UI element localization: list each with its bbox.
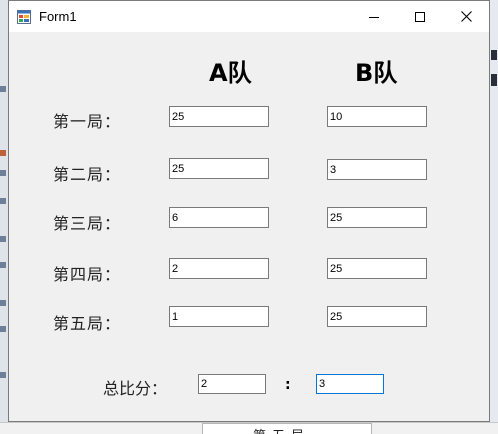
round-5-team-b-input[interactable] (327, 306, 427, 327)
round-5-label: 第五局： (53, 314, 122, 333)
round-5-team-a-input[interactable] (169, 306, 269, 327)
round-1-label: 第一局： (53, 112, 122, 131)
total-score-separator: : (285, 377, 291, 393)
total-score-label: 总比分： (103, 379, 168, 398)
background-toolbox-icon (0, 262, 6, 268)
background-toolbox-icon (0, 372, 6, 378)
background-toolbox-icon (0, 300, 6, 306)
form-window: Form1 A队 B队 第一局： 第二局： 第三局： 第四局： 第五局： (8, 0, 490, 422)
maximize-button[interactable] (397, 1, 443, 32)
total-team-a-input[interactable] (198, 374, 266, 394)
round-2-team-a-input[interactable] (169, 158, 269, 179)
background-scroll-marker (491, 50, 497, 60)
background-fragment-text: 第五局 (253, 425, 310, 434)
round-3-label: 第三局： (53, 214, 122, 233)
round-3-team-b-input[interactable] (327, 207, 427, 228)
form-app-icon (17, 9, 31, 24)
round-4-label: 第四局： (53, 265, 122, 284)
background-ide-left-strip (0, 0, 8, 434)
background-designer-strip: 第五局 (0, 422, 498, 434)
round-4-team-b-input[interactable] (327, 258, 427, 279)
background-toolbox-icon (0, 236, 6, 242)
title-bar[interactable]: Form1 (9, 1, 489, 32)
round-2-label: 第二局： (53, 165, 122, 184)
round-1-team-a-input[interactable] (169, 106, 269, 127)
round-1-team-b-input[interactable] (327, 106, 427, 127)
background-toolbox-icon (0, 170, 6, 176)
background-toolbox-icon (0, 86, 6, 92)
round-2-team-b-input[interactable] (327, 159, 427, 180)
background-designer-fragment: 第五局 (202, 423, 372, 434)
team-a-header: A队 (209, 59, 252, 87)
round-4-team-a-input[interactable] (169, 258, 269, 279)
close-icon (460, 7, 472, 26)
background-toolbox-icon (0, 326, 6, 332)
background-toolbox-icon (0, 150, 6, 156)
maximize-icon (415, 7, 425, 26)
background-toolbox-icon (0, 198, 6, 204)
minimize-icon (369, 7, 379, 26)
window-title: Form1 (39, 9, 77, 24)
total-team-b-input[interactable] (316, 374, 384, 394)
close-button[interactable] (443, 1, 489, 32)
background-ide-right-strip (490, 0, 498, 434)
team-b-header: B队 (355, 59, 398, 87)
round-3-team-a-input[interactable] (169, 207, 269, 228)
minimize-button[interactable] (351, 1, 397, 32)
background-scroll-marker (491, 74, 497, 86)
